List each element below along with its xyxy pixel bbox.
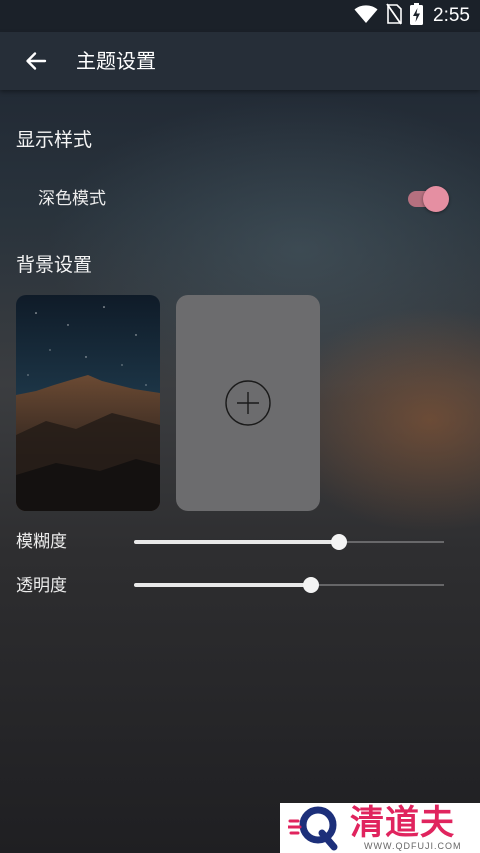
blur-slider[interactable]: [134, 532, 444, 552]
add-background-button[interactable]: [176, 295, 320, 511]
background-thumbnail[interactable]: [16, 295, 160, 511]
dark-mode-label: 深色模式: [38, 189, 106, 209]
status-icons: 2:55: [354, 3, 470, 29]
transparency-label: 透明度: [16, 576, 67, 596]
watermark-text: 清道夫: [350, 803, 455, 843]
blur-label: 模糊度: [16, 532, 67, 552]
wifi-icon: [354, 4, 378, 28]
back-button[interactable]: [16, 45, 56, 77]
slider-thumb[interactable]: [331, 534, 347, 550]
app-bar: 主题设置: [0, 32, 480, 90]
battery-charging-icon: [410, 3, 424, 29]
mountain-night-image: [16, 295, 160, 511]
background-settings-title: 背景设置: [16, 254, 93, 276]
transparency-slider[interactable]: [134, 575, 444, 595]
no-sim-icon: [386, 3, 402, 29]
page-title: 主题设置: [76, 49, 156, 73]
slider-fill: [134, 583, 311, 587]
dark-mode-toggle[interactable]: [406, 185, 452, 213]
slider-fill: [134, 540, 339, 544]
plus-circle-icon: [225, 380, 271, 426]
watermark: 清道夫 WWW.QDFUJI.COM: [280, 803, 480, 853]
arrow-left-icon: [26, 52, 47, 70]
status-bar: 2:55: [0, 0, 480, 32]
status-time: 2:55: [433, 5, 470, 26]
slider-thumb[interactable]: [303, 577, 319, 593]
watermark-logo-icon: [288, 806, 338, 851]
display-style-title: 显示样式: [16, 129, 93, 151]
watermark-url: WWW.QDFUJI.COM: [364, 841, 462, 851]
toggle-thumb: [423, 186, 449, 212]
